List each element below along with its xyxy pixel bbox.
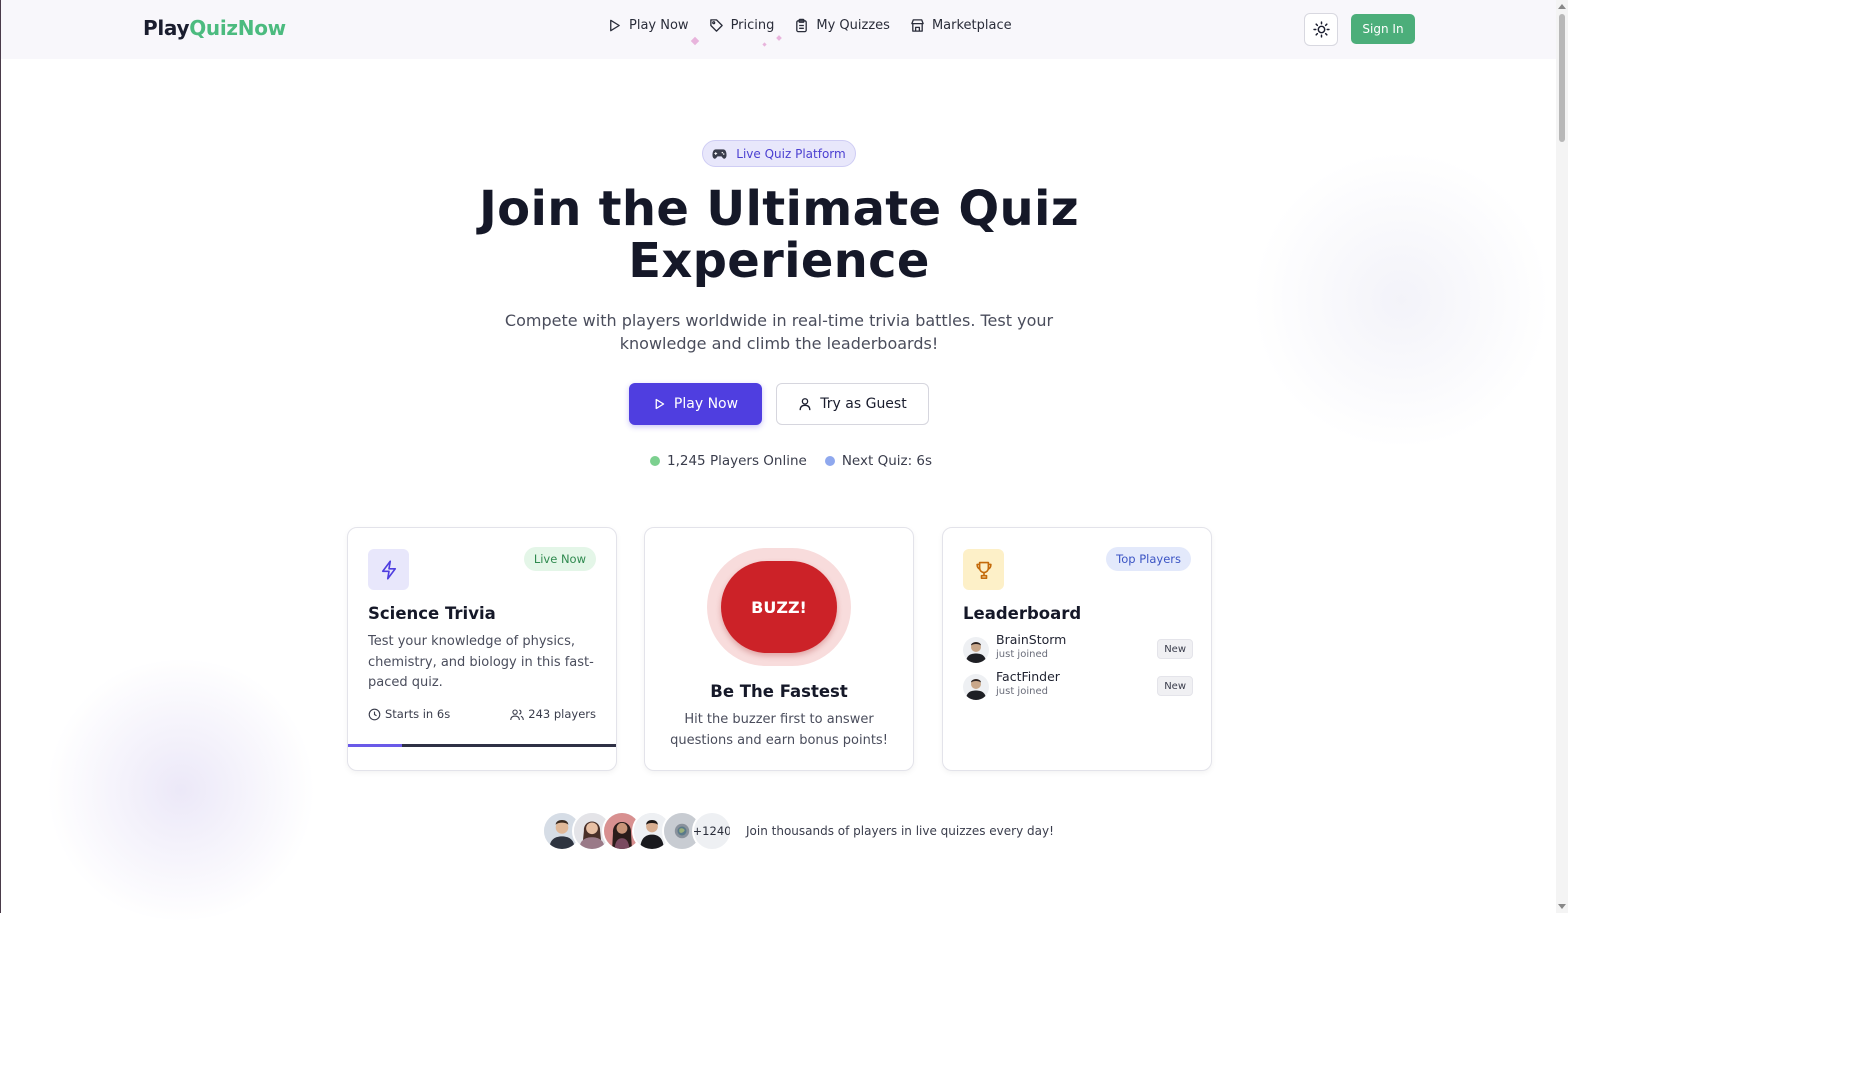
players-online: 1,245 Players Online: [650, 453, 807, 469]
next-quiz-text: Next Quiz: 6s: [841, 453, 933, 469]
social-proof: +1240 Join thousands of players in live …: [542, 811, 1054, 851]
online-indicator: [650, 456, 660, 466]
users-icon: [510, 708, 525, 720]
theme-toggle-button[interactable]: [1304, 13, 1338, 46]
sign-in-button[interactable]: Sign In: [1351, 14, 1415, 44]
card-title: Be The Fastest: [710, 682, 848, 701]
next-quiz-timer: Next Quiz: 6s: [824, 453, 933, 469]
leaderboard-row[interactable]: FactFinder just joined New: [963, 669, 1193, 701]
logo[interactable]: PlayQuizNow: [143, 16, 286, 40]
starts-text: Starts in 6s: [385, 707, 451, 721]
live-now-badge: Live Now: [523, 547, 596, 571]
sun-icon: [1312, 21, 1330, 38]
more-players-count: +1240: [692, 811, 732, 851]
player-status: just joined: [996, 686, 1048, 697]
store-icon: [911, 19, 924, 32]
buzz-button[interactable]: BUZZ!: [721, 561, 837, 653]
player-name: FactFinder: [996, 669, 1060, 684]
quiz-icon-box: [368, 549, 409, 590]
trophy-icon: [975, 561, 992, 579]
science-trivia-card[interactable]: Live Now Science Trivia Test your knowle…: [347, 527, 617, 771]
play-now-label: Play Now: [673, 396, 739, 412]
logo-text-quiznow: QuizNow: [189, 16, 286, 40]
nav-my-quizzes[interactable]: My Quizzes: [794, 18, 890, 33]
progress-fill: [348, 744, 402, 747]
lightning-icon: [381, 559, 396, 580]
social-proof-text: Join thousands of players in live quizze…: [746, 824, 1054, 838]
nav-label: Pricing: [730, 18, 775, 33]
card-title: Science Trivia: [368, 604, 496, 623]
hero-subtitle: Compete with players worldwide in real-t…: [504, 311, 1054, 353]
top-navbar: PlayQuizNow Play Now Pricing My Quizzes …: [1, 0, 1557, 59]
nav-pricing[interactable]: Pricing: [709, 18, 775, 33]
platform-badge: Live Quiz Platform: [702, 140, 856, 167]
leaderboard-row[interactable]: BrainStorm just joined New: [963, 632, 1193, 664]
page-scrollbar[interactable]: [1556, 0, 1568, 913]
live-status: 1,245 Players Online Next Quiz: 6s: [650, 453, 932, 469]
main-nav: Play Now Pricing My Quizzes Marketplace: [607, 18, 1012, 33]
try-as-guest-button[interactable]: Try as Guest: [776, 383, 929, 425]
play-icon: [610, 19, 620, 32]
countdown-progress-bar: [348, 744, 616, 747]
scroll-down-arrow[interactable]: [1558, 904, 1566, 909]
play-now-button[interactable]: Play Now: [629, 383, 762, 425]
clipboard-icon: [796, 18, 808, 33]
nav-label: My Quizzes: [816, 18, 890, 33]
avatar: [963, 637, 989, 663]
hero-title: Join the Ultimate Quiz Experience: [1, 183, 1557, 287]
play-icon: [655, 398, 665, 410]
nav-label: Play Now: [629, 18, 689, 33]
gamepad-icon: [712, 148, 727, 159]
tag-icon: [709, 19, 723, 32]
top-players-badge: Top Players: [1106, 547, 1191, 571]
badge-label: Live Quiz Platform: [736, 146, 846, 161]
scroll-up-arrow[interactable]: [1558, 4, 1566, 9]
scroll-thumb[interactable]: [1559, 14, 1565, 142]
buzzer-card: BUZZ! Be The Fastest Hit the buzzer firs…: [644, 527, 914, 771]
card-description: Test your knowledge of physics, chemistr…: [368, 634, 594, 690]
nav-marketplace[interactable]: Marketplace: [910, 18, 1012, 33]
card-title: Leaderboard: [963, 604, 1082, 623]
background-glow: [41, 660, 321, 920]
try-as-guest-label: Try as Guest: [820, 396, 907, 412]
leaderboard-card[interactable]: Top Players Leaderboard BrainStorm just …: [942, 527, 1212, 771]
buzzer-ring: BUZZ!: [707, 548, 851, 666]
user-icon: [799, 398, 811, 411]
nav-play-now[interactable]: Play Now: [607, 18, 689, 33]
hero-title-line2: Experience: [628, 233, 930, 289]
new-tag: New: [1157, 639, 1193, 659]
player-count: 243 players: [510, 707, 596, 721]
quiz-start-time: Starts in 6s: [368, 707, 450, 721]
player-status: just joined: [996, 649, 1048, 660]
hero-title-line1: Join the Ultimate Quiz: [479, 181, 1079, 237]
trophy-icon-box: [963, 549, 1004, 590]
player-name: BrainStorm: [996, 632, 1067, 647]
avatar: [963, 674, 989, 700]
players-online-text: 1,245 Players Online: [667, 453, 807, 469]
clock-icon: [368, 708, 381, 720]
players-text: 243 players: [528, 707, 596, 721]
logo-text-play: Play: [143, 16, 190, 40]
timer-indicator: [824, 456, 835, 466]
new-tag: New: [1157, 676, 1193, 696]
card-description: Hit the buzzer first to answer questions…: [670, 712, 888, 748]
nav-label: Marketplace: [931, 18, 1012, 33]
